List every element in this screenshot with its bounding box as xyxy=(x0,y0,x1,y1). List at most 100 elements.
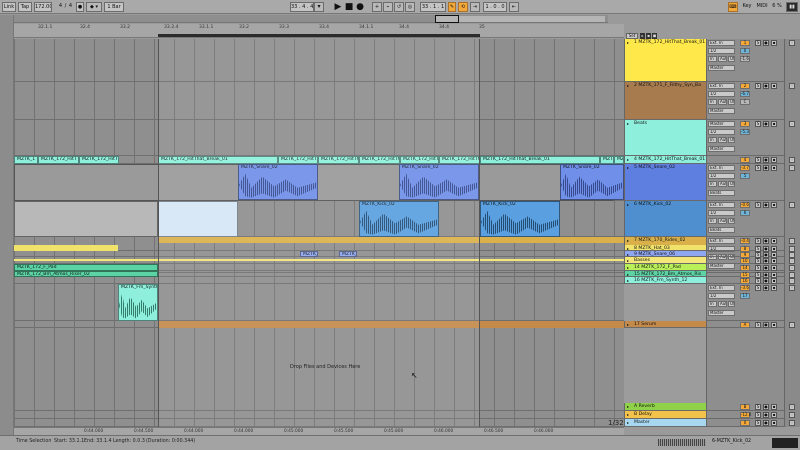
monitor-auto-button[interactable]: Auto xyxy=(718,137,727,143)
track-header[interactable]: ▸ B Delay xyxy=(624,411,706,419)
track-toggle-icon[interactable]: ◦ xyxy=(789,265,795,271)
loop-length-field[interactable]: 1 . 0 . 0 xyxy=(483,2,507,12)
activator-button[interactable]: ▪ xyxy=(771,40,777,46)
mixer-value[interactable]: 6 xyxy=(740,210,750,216)
monitor-auto-button[interactable]: Auto xyxy=(718,56,727,62)
audio-clip[interactable]: MZTK_172_HitThat xyxy=(79,156,119,164)
arm-button[interactable]: ● xyxy=(763,238,769,244)
monitor-off-button[interactable]: Off xyxy=(728,218,735,224)
track-header[interactable]: ▸ 14 MZTK_172_F_Pad xyxy=(624,264,706,271)
mixer-value[interactable]: 2 xyxy=(740,83,750,89)
tempo-field[interactable]: 172.00 xyxy=(34,2,52,12)
record-icon[interactable]: ● xyxy=(355,2,365,12)
monitor-auto-button[interactable]: Auto xyxy=(718,181,727,187)
right-toggle-column[interactable]: ◦ ◦ ◦ ◦ ◦ ◦ ◦ ◦ ◦ ◦ ◦ ◦ ◦ ◦ ◦ ◦ ◦ ◦ xyxy=(784,39,800,427)
input-type-select[interactable]: Ext. In xyxy=(708,238,735,244)
solo-button[interactable]: S xyxy=(755,121,761,127)
track-fold-icon[interactable]: ▸ xyxy=(627,258,632,263)
audio-clip[interactable]: MZTK_172_HitThat xyxy=(600,156,614,164)
track-fold-icon[interactable]: ▸ xyxy=(627,83,632,88)
key-map-label[interactable]: Key xyxy=(740,2,754,12)
mixer-value[interactable]: B xyxy=(740,404,750,410)
track-toggle-icon[interactable]: ◦ xyxy=(789,157,795,163)
monitor-off-button[interactable]: Off xyxy=(728,181,735,187)
activator-button[interactable]: ▪ xyxy=(771,157,777,163)
track-header[interactable]: ▸ Master xyxy=(624,419,706,427)
track-toggle-icon[interactable]: ◦ xyxy=(789,322,795,328)
track-toggle-icon[interactable]: ◦ xyxy=(789,420,795,426)
midi-map-label[interactable]: MIDI xyxy=(755,2,769,12)
track-toggle-icon[interactable]: ◦ xyxy=(789,165,795,171)
monitor-in-button[interactable]: In xyxy=(708,137,717,143)
track-fold-icon[interactable]: ▸ xyxy=(627,165,632,170)
track-header[interactable]: ▸ Beats xyxy=(624,120,706,156)
mixer-value[interactable]: 0 xyxy=(740,48,750,54)
draw-mode-icon[interactable]: ✎ xyxy=(448,2,456,12)
mixer-value[interactable]: 5 xyxy=(740,173,750,179)
arm-button[interactable]: ● xyxy=(763,165,769,171)
track-fold-icon[interactable]: ▸ xyxy=(627,40,632,45)
loop-brace[interactable] xyxy=(158,34,480,37)
track-fold-icon[interactable]: ▸ xyxy=(627,157,632,162)
key-map-switch[interactable]: ⌨ xyxy=(728,2,738,12)
output-type-select[interactable]: Beats xyxy=(708,227,735,233)
track-fold-icon[interactable]: ▸ xyxy=(627,412,632,417)
time-sig-denominator[interactable]: 4 xyxy=(66,2,75,12)
quantize-menu[interactable]: 1 Bar xyxy=(104,2,124,12)
activator-button[interactable]: ▪ xyxy=(771,83,777,89)
mixer-value[interactable]: -5.3 xyxy=(740,129,750,135)
track-toggle-icon[interactable]: ◦ xyxy=(789,278,795,284)
track-toggle-icon[interactable]: ◦ xyxy=(789,238,795,244)
output-type-select[interactable]: Master xyxy=(708,108,735,114)
follow-icon[interactable]: ▾ xyxy=(314,2,324,12)
audio-clip[interactable]: MZTK_172_HitThat_Break_01 xyxy=(614,156,624,164)
output-type-select[interactable]: Master xyxy=(708,310,735,316)
arm-button[interactable]: ● xyxy=(763,83,769,89)
left-scroll-gutter[interactable] xyxy=(0,15,14,435)
arm-button[interactable]: ● xyxy=(763,412,769,418)
arm-button[interactable]: ● xyxy=(763,157,769,163)
mixer-value[interactable]: A xyxy=(740,322,750,328)
track-header[interactable]: ▸ 16 MZTK_Fm_Synth_12 xyxy=(624,277,706,284)
track-toggle-icon[interactable]: ◦ xyxy=(789,121,795,127)
mixer-value[interactable]: 17 xyxy=(740,293,750,299)
mixer-value[interactable]: -3.6 xyxy=(740,285,750,291)
track-toggle-icon[interactable]: ◦ xyxy=(789,404,795,410)
solo-button[interactable]: S xyxy=(755,202,761,208)
activator-button[interactable]: ▪ xyxy=(771,165,777,171)
mixer-value[interactable]: -1.6 xyxy=(740,56,750,62)
monitor-auto-button[interactable]: Auto xyxy=(718,218,727,224)
audio-clip[interactable]: MZTK_1 xyxy=(14,156,38,164)
activator-button[interactable]: ▪ xyxy=(771,420,777,426)
audio-clip[interactable]: MZTK_172_HitT xyxy=(38,156,79,164)
track-header[interactable]: ▸ 5 MZTK_Snare_02 xyxy=(624,164,706,201)
solo-button[interactable]: S xyxy=(755,157,761,163)
track-toggle-icon[interactable]: ◦ xyxy=(789,258,795,264)
metronome-icon[interactable]: ◆ ▾ xyxy=(86,2,102,12)
mixer-value[interactable]: 4 xyxy=(740,157,750,163)
solo-button[interactable]: S xyxy=(755,285,761,291)
reenable-automation-icon[interactable]: ↺ xyxy=(394,2,404,12)
mixer-value[interactable]: 3 xyxy=(740,121,750,127)
mixer-value[interactable]: 0 xyxy=(740,420,750,426)
activator-button[interactable]: ▪ xyxy=(771,285,777,291)
track-fold-icon[interactable]: ▸ xyxy=(627,202,632,207)
solo-button[interactable]: S xyxy=(755,404,761,410)
track-header[interactable]: ▸ Basses xyxy=(624,257,706,264)
arm-button[interactable]: ● xyxy=(763,202,769,208)
mixer-value[interactable]: -0.4 xyxy=(740,238,750,244)
arm-button[interactable]: ● xyxy=(763,121,769,127)
track-toggle-icon[interactable]: ◦ xyxy=(789,285,795,291)
punch-out-icon[interactable]: ⇤ xyxy=(509,2,519,12)
output-type-select[interactable]: Beats xyxy=(708,190,735,196)
track-header[interactable]: ▸ 2 MZTK_171_F_Filthy_Syn_Ba xyxy=(624,82,706,120)
arm-button[interactable]: ● xyxy=(763,404,769,410)
track-header[interactable]: ▸ A Reverb xyxy=(624,403,706,411)
monitor-off-button[interactable]: Off xyxy=(728,56,735,62)
stop-icon[interactable]: ■ xyxy=(344,2,354,12)
track-fold-icon[interactable]: ▸ xyxy=(627,404,632,409)
track-fold-icon[interactable]: ▸ xyxy=(627,238,632,243)
input-type-select[interactable]: Ext. In xyxy=(708,202,735,208)
output-type-select[interactable]: Master xyxy=(708,65,735,71)
mixer-value[interactable]: -6.7 xyxy=(740,91,750,97)
